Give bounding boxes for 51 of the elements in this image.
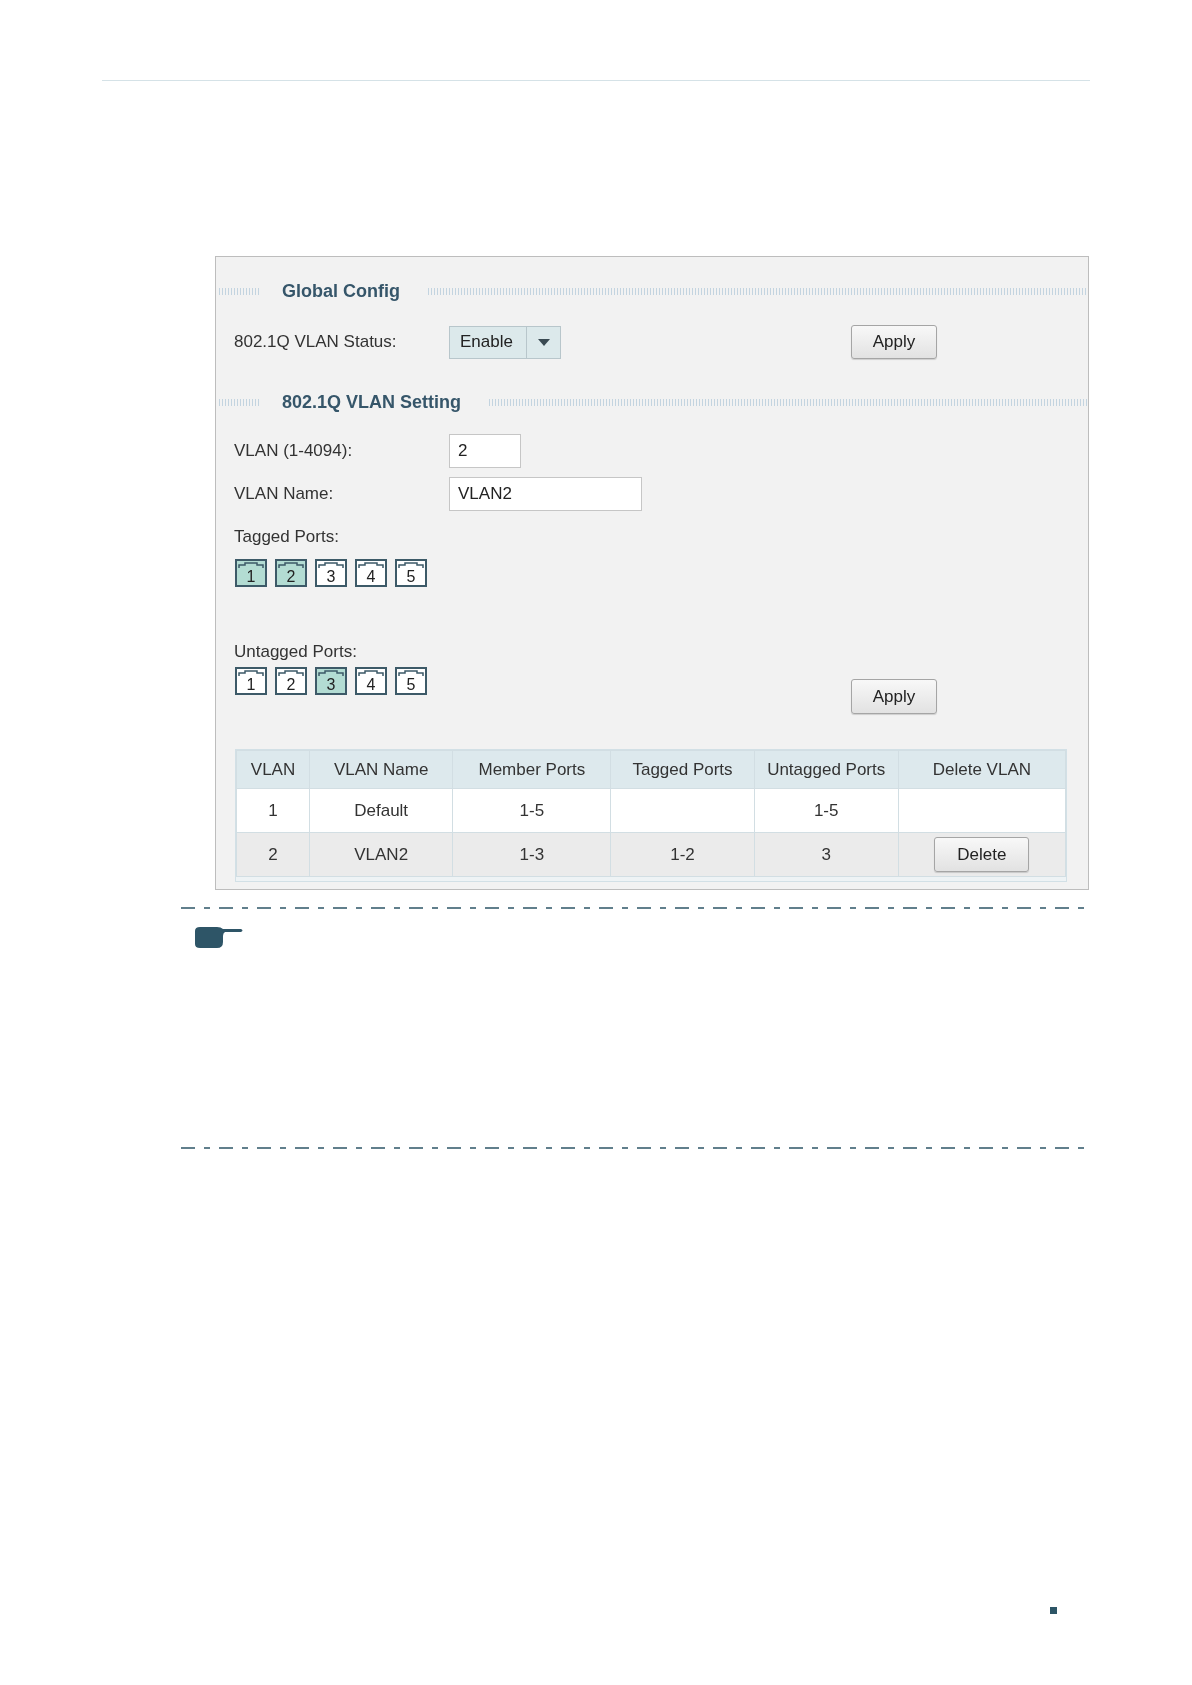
port-toggle[interactable]: 2: [275, 667, 307, 695]
port-toggle[interactable]: 4: [355, 667, 387, 695]
port-toggle[interactable]: 2: [275, 559, 307, 587]
port-toggle[interactable]: 3: [315, 667, 347, 695]
column-header: Member Ports: [452, 750, 611, 789]
table-cell: 1-2: [610, 832, 755, 877]
port-toggle[interactable]: 4: [355, 559, 387, 587]
port-toggle[interactable]: 1: [235, 667, 267, 695]
caret-icon: [538, 338, 550, 346]
apply-button[interactable]: Apply: [851, 325, 937, 359]
section-heading: Global Config: [282, 280, 400, 303]
tagged-ports-label: Tagged Ports:: [234, 526, 339, 549]
delete-button[interactable]: Delete: [934, 837, 1030, 872]
vlan-name-label: VLAN Name:: [234, 484, 334, 504]
column-header: Delete VLAN: [898, 750, 1066, 789]
vlan-id-label: VLAN (1-4094):: [234, 441, 353, 461]
pointing-hand-icon: [194, 926, 244, 949]
vlan-id-field[interactable]: 2: [449, 434, 521, 468]
section-heading: 802.1Q VLAN Setting: [282, 391, 462, 414]
status-label: 802.1Q VLAN Status:: [234, 332, 397, 352]
jack-notch-icon: [238, 670, 264, 676]
column-header: Tagged Ports: [610, 750, 755, 789]
jack-notch-icon: [358, 562, 384, 568]
jack-notch-icon: [318, 670, 344, 676]
jack-notch-icon: [398, 670, 424, 676]
column-header: VLAN: [236, 750, 310, 789]
table-cell: 2: [236, 832, 310, 877]
column-header: VLAN Name: [309, 750, 453, 789]
jack-notch-icon: [278, 562, 304, 568]
table-cell: 3: [754, 832, 899, 877]
apply-button[interactable]: Apply: [851, 679, 937, 714]
jack-notch-icon: [318, 562, 344, 568]
table-cell: 1-3: [452, 832, 611, 877]
jack-notch-icon: [358, 670, 384, 676]
jack-notch-icon: [238, 562, 264, 568]
port-toggle[interactable]: 1: [235, 559, 267, 587]
status-select[interactable]: Enable: [449, 325, 561, 359]
column-header: Untagged Ports: [754, 750, 899, 789]
vlan-name-field[interactable]: VLAN2: [449, 477, 642, 511]
table-cell: Default: [309, 788, 453, 833]
table-cell: 1-5: [452, 788, 611, 833]
port-toggle[interactable]: 5: [395, 667, 427, 695]
port-toggle[interactable]: 5: [395, 559, 427, 587]
untagged-ports-label: Untagged Ports:: [234, 641, 357, 664]
square-marker-icon: [1050, 1607, 1057, 1614]
jack-notch-icon: [278, 670, 304, 676]
table-cell: 1-5: [754, 788, 899, 833]
table-cell: 1: [236, 788, 310, 833]
port-toggle[interactable]: 3: [315, 559, 347, 587]
jack-notch-icon: [398, 562, 424, 568]
table-cell: VLAN2: [309, 832, 453, 877]
